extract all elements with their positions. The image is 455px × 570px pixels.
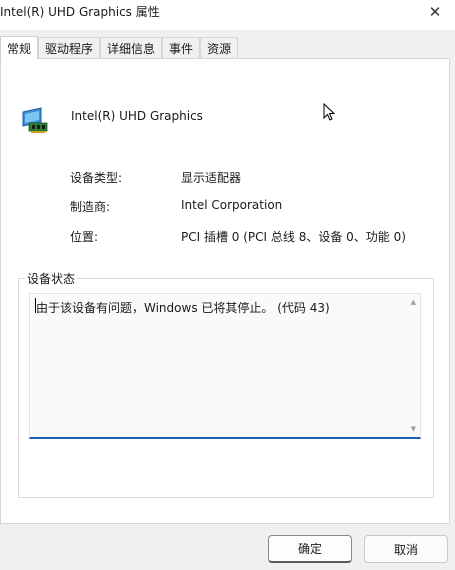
device-type-label: 设备类型: (70, 171, 123, 185)
manufacturer-value: Intel Corporation (181, 198, 283, 212)
scroll-up-icon[interactable]: ▲ (411, 298, 416, 306)
dialog-body: 常规 驱动程序 详细信息 事件 资源 Intel(R) UHD Graphics… (0, 30, 455, 570)
device-name: Intel(R) UHD Graphics (71, 109, 203, 123)
scroll-down-icon[interactable]: ▼ (411, 425, 416, 433)
window-title: Intel(R) UHD Graphics 属性 (0, 5, 160, 19)
device-status-textbox[interactable]: 由于该设备有问题，Windows 已将其停止。 (代码 43) ▲ ▼ (29, 293, 421, 439)
device-status-text: 由于该设备有问题，Windows 已将其停止。 (代码 43) (36, 301, 330, 315)
tab-general[interactable]: 常规 (0, 36, 39, 59)
location-value: PCI 插槽 0 (PCI 总线 8、设备 0、功能 0) (181, 230, 406, 244)
close-button[interactable]: ✕ (415, 0, 455, 24)
tab-driver[interactable]: 驱动程序 (38, 37, 101, 58)
device-status-label: 设备状态 (25, 270, 78, 287)
tab-events[interactable]: 事件 (162, 37, 201, 58)
location-label: 位置: (70, 230, 99, 244)
general-panel: Intel(R) UHD Graphics 设备类型: 显示适配器 制造商: I… (0, 58, 450, 524)
manufacturer-label: 制造商: (70, 200, 111, 214)
tab-details[interactable]: 详细信息 (100, 37, 163, 58)
display-adapter-icon (22, 107, 48, 133)
tab-strip: 常规 驱动程序 详细信息 事件 资源 (0, 36, 239, 59)
title-bar: Intel(R) UHD Graphics 属性 ✕ (0, 0, 455, 30)
device-type-value: 显示适配器 (181, 171, 242, 185)
mouse-pointer-icon (323, 103, 335, 121)
cancel-button[interactable]: 取消 (364, 535, 448, 563)
tab-resources[interactable]: 资源 (200, 37, 239, 58)
ok-button[interactable]: 确定 (268, 535, 352, 563)
